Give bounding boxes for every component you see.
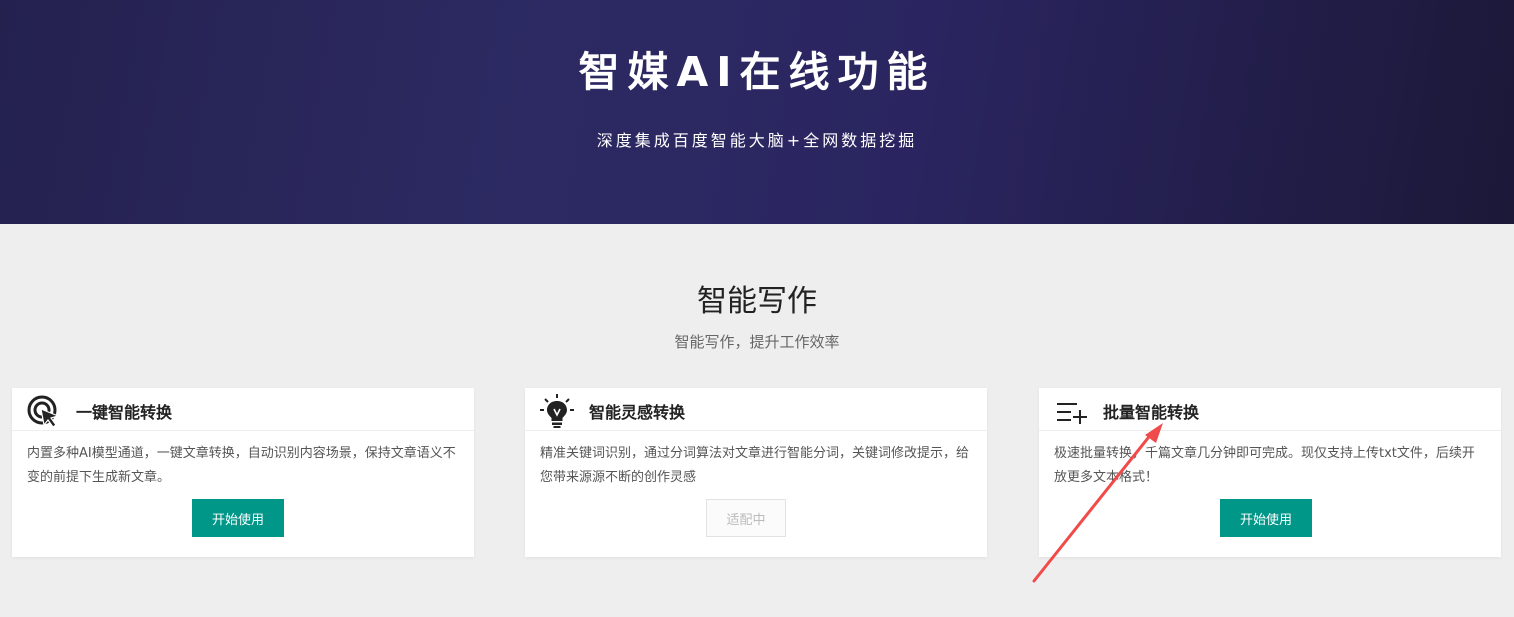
card-header: 智能灵感转换	[525, 388, 987, 431]
adapting-button: 适配中	[706, 499, 786, 537]
card-description: 精准关键词识别，通过分词算法对文章进行智能分词，关键词修改提示，给您带来源源不断…	[540, 446, 970, 485]
section-subtitle: 智能写作，提升工作效率	[674, 333, 840, 351]
card-header: 一键智能转换	[12, 388, 474, 431]
card-title: 批量智能转换	[1103, 403, 1200, 422]
lightbulb-icon	[540, 394, 574, 428]
card-title: 一键智能转换	[76, 403, 173, 422]
hero-subtitle: 深度集成百度智能大脑+全网数据挖掘	[596, 131, 918, 150]
start-button[interactable]: 开始使用	[192, 499, 284, 537]
start-button[interactable]: 开始使用	[1220, 499, 1312, 537]
list-add-icon	[1057, 403, 1087, 424]
card-header: 批量智能转换	[1039, 388, 1501, 431]
card-description: 内置多种AI模型通道，一键文章转换，自动识别内容场景，保持文章语义不变的前提下生…	[27, 446, 456, 485]
cursor-click-icon	[27, 395, 60, 428]
section-title: 智能写作	[697, 284, 817, 319]
feature-card-inspiration: 智能灵感转换 精准关键词识别，通过分词算法对文章进行智能分词，关键词修改提示，给…	[525, 388, 987, 557]
card-title: 智能灵感转换	[589, 403, 686, 422]
hero-title: 智媒AI在线功能	[578, 48, 936, 96]
feature-card-one-click: 一键智能转换 内置多种AI模型通道，一键文章转换，自动识别内容场景，保持文章语义…	[12, 388, 474, 557]
card-description: 极速批量转换，千篇文章几分钟即可完成。现仅支持上传txt文件，后续开放更多文本格…	[1054, 446, 1475, 485]
feature-card-batch: 批量智能转换 极速批量转换，千篇文章几分钟即可完成。现仅支持上传txt文件，后续…	[1039, 388, 1501, 557]
hero-banner: 智媒AI在线功能 深度集成百度智能大脑+全网数据挖掘	[0, 0, 1514, 224]
